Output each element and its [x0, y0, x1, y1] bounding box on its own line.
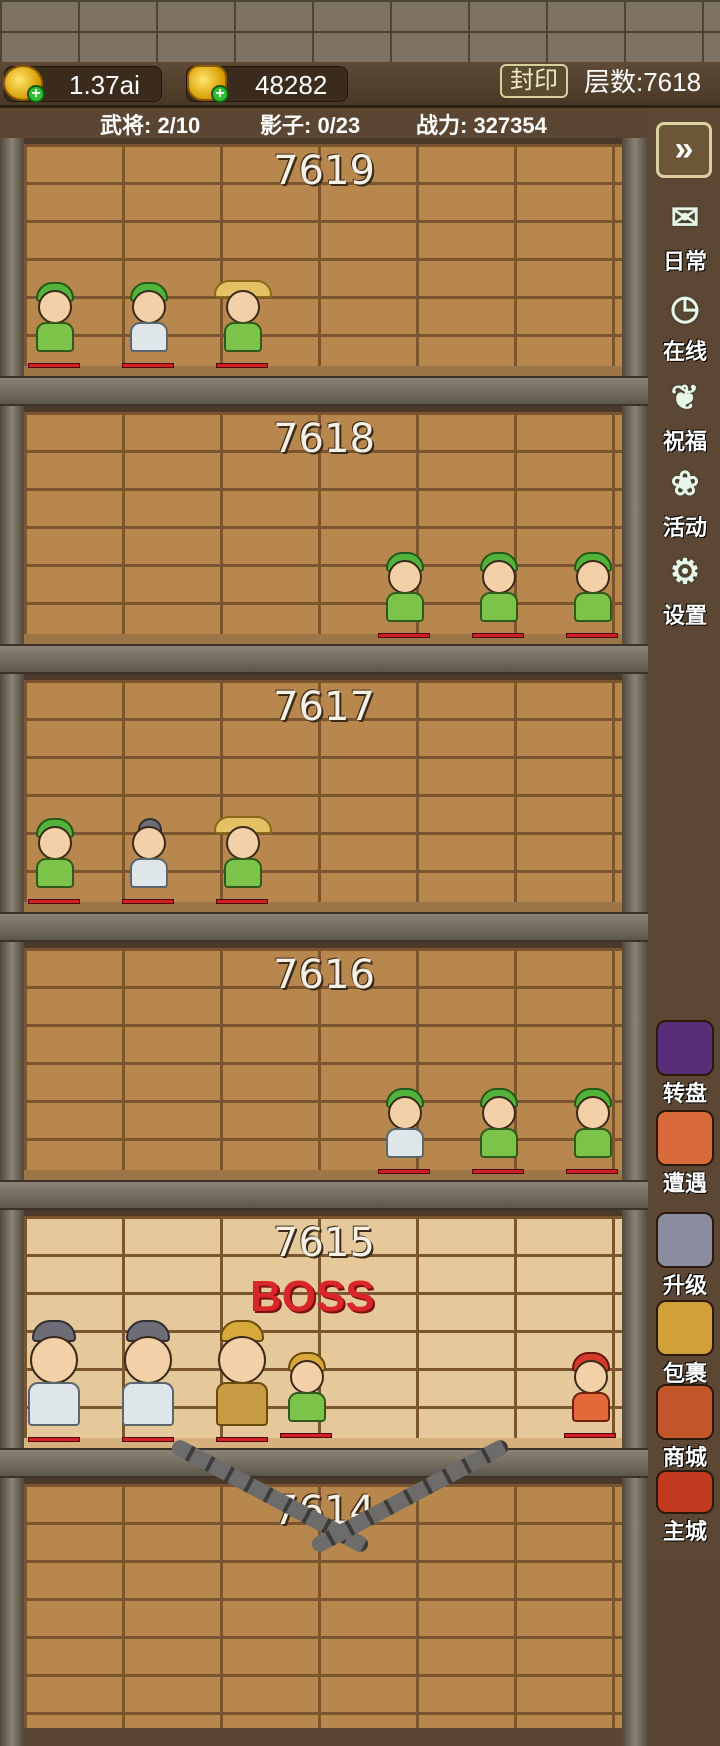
castle-icon [656, 1470, 714, 1514]
coin-value: 1.37ai [69, 70, 140, 100]
tower: 7619 7618 7617 7616 7615 BOSS 7614 [0, 138, 648, 1746]
enemy-soldier [564, 546, 620, 638]
coin-counter[interactable]: + 1.37ai [3, 65, 162, 103]
power-stat: 战力: 327354 [416, 113, 547, 138]
enemy-soldier [18, 1314, 90, 1442]
sidebar-item-settings[interactable]: ⚙ 设置 [652, 548, 718, 630]
sidebar-item-wheel[interactable]: 转盘 [652, 1020, 718, 1108]
floor-7617: 7617 [0, 674, 648, 942]
sidebar-item-events[interactable]: ❀ 活动 [652, 460, 718, 542]
sidebar-item-daily[interactable]: ✉ 日常 [652, 194, 718, 276]
fast-forward-button[interactable]: » [656, 122, 712, 178]
floor-number: 7618 [273, 416, 375, 462]
enemy-soldier [470, 1082, 526, 1174]
gift-icon: ❀ [670, 465, 700, 503]
floor-number: 7616 [273, 952, 375, 998]
enemy-soldier [26, 812, 82, 904]
boss-unit [206, 1314, 278, 1442]
enemy-soldier [376, 1082, 432, 1174]
floor-7616: 7616 [0, 942, 648, 1210]
scroll-icon: ✉ [670, 199, 700, 237]
seal-button[interactable]: 封印 [500, 64, 568, 98]
floor-7615-boss: 7615 BOSS [0, 1210, 648, 1478]
add-coin-icon[interactable]: + [27, 85, 45, 103]
right-sidebar: » ✉ 日常 ◷ 在线 ❦ 祝福 ❀ 活动 ⚙ 设置 转盘 遭遇 升级 包裹 商… [648, 108, 720, 1560]
book-icon: ❦ [670, 379, 700, 417]
sidebar-item-blessing[interactable]: ❦ 祝福 [652, 374, 718, 456]
floor-count: 层数:7618 [584, 67, 702, 97]
bag-icon [656, 1300, 714, 1356]
ingot-counter[interactable]: + 48282 [186, 65, 348, 103]
enemy-soldier [120, 276, 176, 368]
floor-number: 7617 [273, 684, 375, 730]
enemy-soldier [214, 276, 272, 368]
double-chevron-right-icon: » [674, 130, 694, 168]
enemy-soldier [214, 812, 272, 904]
sidebar-item-bag[interactable]: 包裹 [652, 1300, 718, 1388]
floor-number: 7615 [273, 1220, 375, 1266]
upgrade-icon [656, 1212, 714, 1268]
sidebar-item-online[interactable]: ◷ 在线 [652, 284, 718, 366]
coin-icon: + [3, 65, 45, 103]
shadows-stat: 影子: 0/23 [260, 113, 361, 138]
player-hero [278, 1346, 334, 1438]
stone-wall-top [0, 0, 720, 62]
enemy-soldier [564, 1082, 620, 1174]
generals-stat: 武将: 2/10 [100, 113, 201, 138]
enemy-soldier [120, 812, 176, 904]
ingot-value: 48282 [255, 70, 328, 100]
sidebar-item-encounter[interactable]: 遭遇 [652, 1110, 718, 1198]
shop-icon [656, 1384, 714, 1440]
floor-7618: 7618 [0, 406, 648, 674]
floor-number: 7619 [273, 148, 375, 194]
sidebar-item-shop[interactable]: 商城 [652, 1384, 718, 1472]
enemy-soldier [26, 276, 82, 368]
sidebar-item-upgrade[interactable]: 升级 [652, 1212, 718, 1300]
enemy-soldier [470, 546, 526, 638]
add-ingot-icon[interactable]: + [211, 85, 229, 103]
stats-bar: 武将: 2/10 影子: 0/23 战力: 327354 [0, 108, 650, 138]
clock-icon: ◷ [670, 289, 700, 327]
player-hero [562, 1346, 618, 1438]
sidebar-item-main-city[interactable]: 主城 [652, 1470, 718, 1546]
wheel-icon [656, 1020, 714, 1076]
enemy-soldier [112, 1314, 184, 1442]
gear-icon: ⚙ [669, 553, 701, 591]
ingot-icon: + [187, 65, 229, 103]
enemy-soldier [376, 546, 432, 638]
floor-7619: 7619 [0, 138, 648, 406]
encounter-icon [656, 1110, 714, 1166]
